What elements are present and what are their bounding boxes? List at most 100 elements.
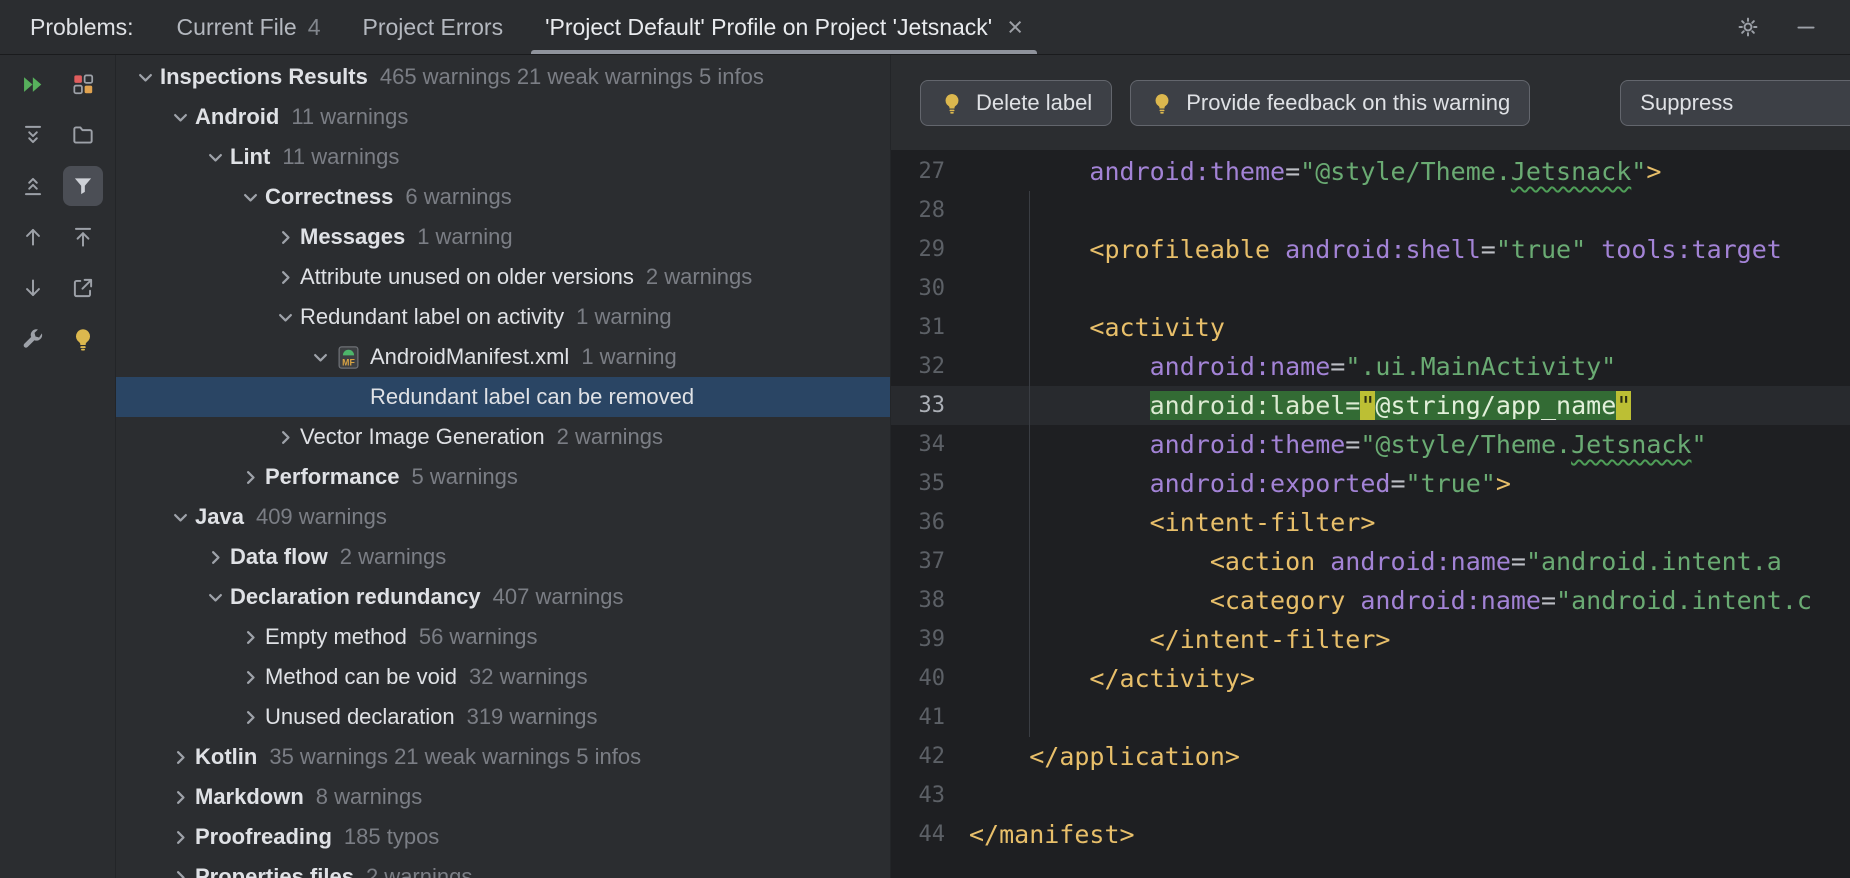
tree-row-redundant-label-on-activity[interactable]: Redundant label on activity1 warning [116,297,890,337]
line-number[interactable]: 39 [891,620,961,659]
chevron-right-icon[interactable] [235,622,265,652]
settings-gear-button[interactable] [1734,13,1762,41]
code-line-28[interactable]: 28 [891,191,1850,230]
open-in-editor-button[interactable] [58,268,108,308]
line-number[interactable]: 41 [891,698,961,737]
chevron-right-icon[interactable] [165,782,195,812]
code-line-36[interactable]: 36 <intent-filter> [891,503,1850,542]
chevron-right-icon[interactable] [165,862,195,878]
line-number[interactable]: 32 [891,347,961,386]
code-line-41[interactable]: 41 [891,698,1850,737]
line-number[interactable]: 37 [891,542,961,581]
chevron-down-icon[interactable] [165,102,195,132]
line-number[interactable]: 43 [891,776,961,815]
code-line-33[interactable]: 33 android:label="@string/app_name" [891,386,1850,425]
tree-row-android[interactable]: Android11 warnings [116,97,890,137]
tree-row-counts: 319 warnings [467,704,598,730]
tree-row-correctness[interactable]: Correctness6 warnings [116,177,890,217]
chevron-down-icon[interactable] [235,182,265,212]
code-line-38[interactable]: 38 <category android:name="android.inten… [891,581,1850,620]
line-number[interactable]: 36 [891,503,961,542]
editor-preview[interactable]: 27 android:theme="@style/Theme.Jetsnack"… [891,150,1850,878]
code-line-39[interactable]: 39 </intent-filter> [891,620,1850,659]
tab-project-default-profile-on-project-jetsnack[interactable]: 'Project Default' Profile on Project 'Je… [524,0,1044,54]
chevron-down-icon[interactable] [130,62,160,92]
group-by-directory-button[interactable] [58,115,108,155]
tree-row-kotlin[interactable]: Kotlin35 warnings 21 weak warnings 5 inf… [116,737,890,777]
inspection-settings-button[interactable] [8,319,58,359]
line-number[interactable]: 42 [891,737,961,776]
close-tab-icon[interactable]: × [1007,14,1023,41]
chevron-right-icon[interactable] [235,462,265,492]
code-line-40[interactable]: 40 </activity> [891,659,1850,698]
tree-row-java[interactable]: Java409 warnings [116,497,890,537]
tab-current-file[interactable]: Current File4 [156,0,342,54]
line-number[interactable]: 34 [891,425,961,464]
code-line-27[interactable]: 27 android:theme="@style/Theme.Jetsnack"… [891,152,1850,191]
chevron-down-icon[interactable] [305,342,335,372]
code-line-34[interactable]: 34 android:theme="@style/Theme.Jetsnack" [891,425,1850,464]
previous-problem-button[interactable] [8,217,58,257]
code-line-32[interactable]: 32 android:name=".ui.MainActivity" [891,347,1850,386]
line-number[interactable]: 30 [891,269,961,308]
chevron-right-icon[interactable] [270,422,300,452]
tree-row-unused-declaration[interactable]: Unused declaration319 warnings [116,697,890,737]
code-line-42[interactable]: 42 </application> [891,737,1850,776]
rerun-inspections-button[interactable] [8,64,58,104]
severity-filter-button[interactable] [58,64,108,104]
provide-feedback-on-this-warning-button[interactable]: Provide feedback on this warning [1130,80,1530,126]
code-line-30[interactable]: 30 [891,269,1850,308]
line-number[interactable]: 31 [891,308,961,347]
code-line-43[interactable]: 43 [891,776,1850,815]
code-line-29[interactable]: 29 <profileable android:shell="true" too… [891,230,1850,269]
expand-all-button[interactable] [8,115,58,155]
line-number[interactable]: 33 [891,386,961,425]
tree-row-inspections-results[interactable]: Inspections Results465 warnings 21 weak … [116,57,890,97]
chevron-down-icon[interactable] [200,582,230,612]
line-number[interactable]: 27 [891,152,961,191]
chevron-right-icon[interactable] [270,262,300,292]
suppress-button[interactable]: Suppress [1620,80,1850,126]
tree-row-empty-method[interactable]: Empty method56 warnings [116,617,890,657]
chevron-right-icon[interactable] [200,542,230,572]
chevron-down-icon[interactable] [200,142,230,172]
tree-row-androidmanifest-xml[interactable]: MFAndroidManifest.xml1 warning [116,337,890,377]
tree-row-data-flow[interactable]: Data flow2 warnings [116,537,890,577]
tree-row-performance[interactable]: Performance5 warnings [116,457,890,497]
collapse-all-button[interactable] [8,166,58,206]
code-line-37[interactable]: 37 <action android:name="android.intent.… [891,542,1850,581]
chevron-right-icon[interactable] [270,222,300,252]
tree-row-vector-image-generation[interactable]: Vector Image Generation2 warnings [116,417,890,457]
line-number[interactable]: 29 [891,230,961,269]
quick-fix-bulb-button[interactable] [58,319,108,359]
tree-row-messages[interactable]: Messages1 warning [116,217,890,257]
tree-row-lint[interactable]: Lint11 warnings [116,137,890,177]
scroll-to-top-button[interactable] [58,217,108,257]
hide-tool-window-button[interactable] [1792,13,1820,41]
line-number[interactable]: 35 [891,464,961,503]
tree-row-attribute-unused-on-older-versions[interactable]: Attribute unused on older versions2 warn… [116,257,890,297]
tab-project-errors[interactable]: Project Errors [342,0,525,54]
tree-row-properties-files[interactable]: Properties files2 warnings [116,857,890,878]
tree-row-redundant-label-can-be-removed[interactable]: Redundant label can be removed [116,377,890,417]
filter-problems-button[interactable] [58,166,108,206]
delete-label-button[interactable]: Delete label [920,80,1112,126]
line-number[interactable]: 28 [891,191,961,230]
code-line-31[interactable]: 31 <activity [891,308,1850,347]
chevron-right-icon[interactable] [165,822,195,852]
code-line-35[interactable]: 35 android:exported="true"> [891,464,1850,503]
chevron-down-icon[interactable] [270,302,300,332]
line-number[interactable]: 38 [891,581,961,620]
tree-row-declaration-redundancy[interactable]: Declaration redundancy407 warnings [116,577,890,617]
code-line-44[interactable]: 44</manifest> [891,815,1850,854]
tree-row-method-can-be-void[interactable]: Method can be void32 warnings [116,657,890,697]
line-number[interactable]: 40 [891,659,961,698]
tree-row-proofreading[interactable]: Proofreading185 typos [116,817,890,857]
tree-row-markdown[interactable]: Markdown8 warnings [116,777,890,817]
chevron-right-icon[interactable] [235,702,265,732]
chevron-right-icon[interactable] [165,742,195,772]
chevron-right-icon[interactable] [235,662,265,692]
line-number[interactable]: 44 [891,815,961,854]
chevron-down-icon[interactable] [165,502,195,532]
next-problem-button[interactable] [8,268,58,308]
